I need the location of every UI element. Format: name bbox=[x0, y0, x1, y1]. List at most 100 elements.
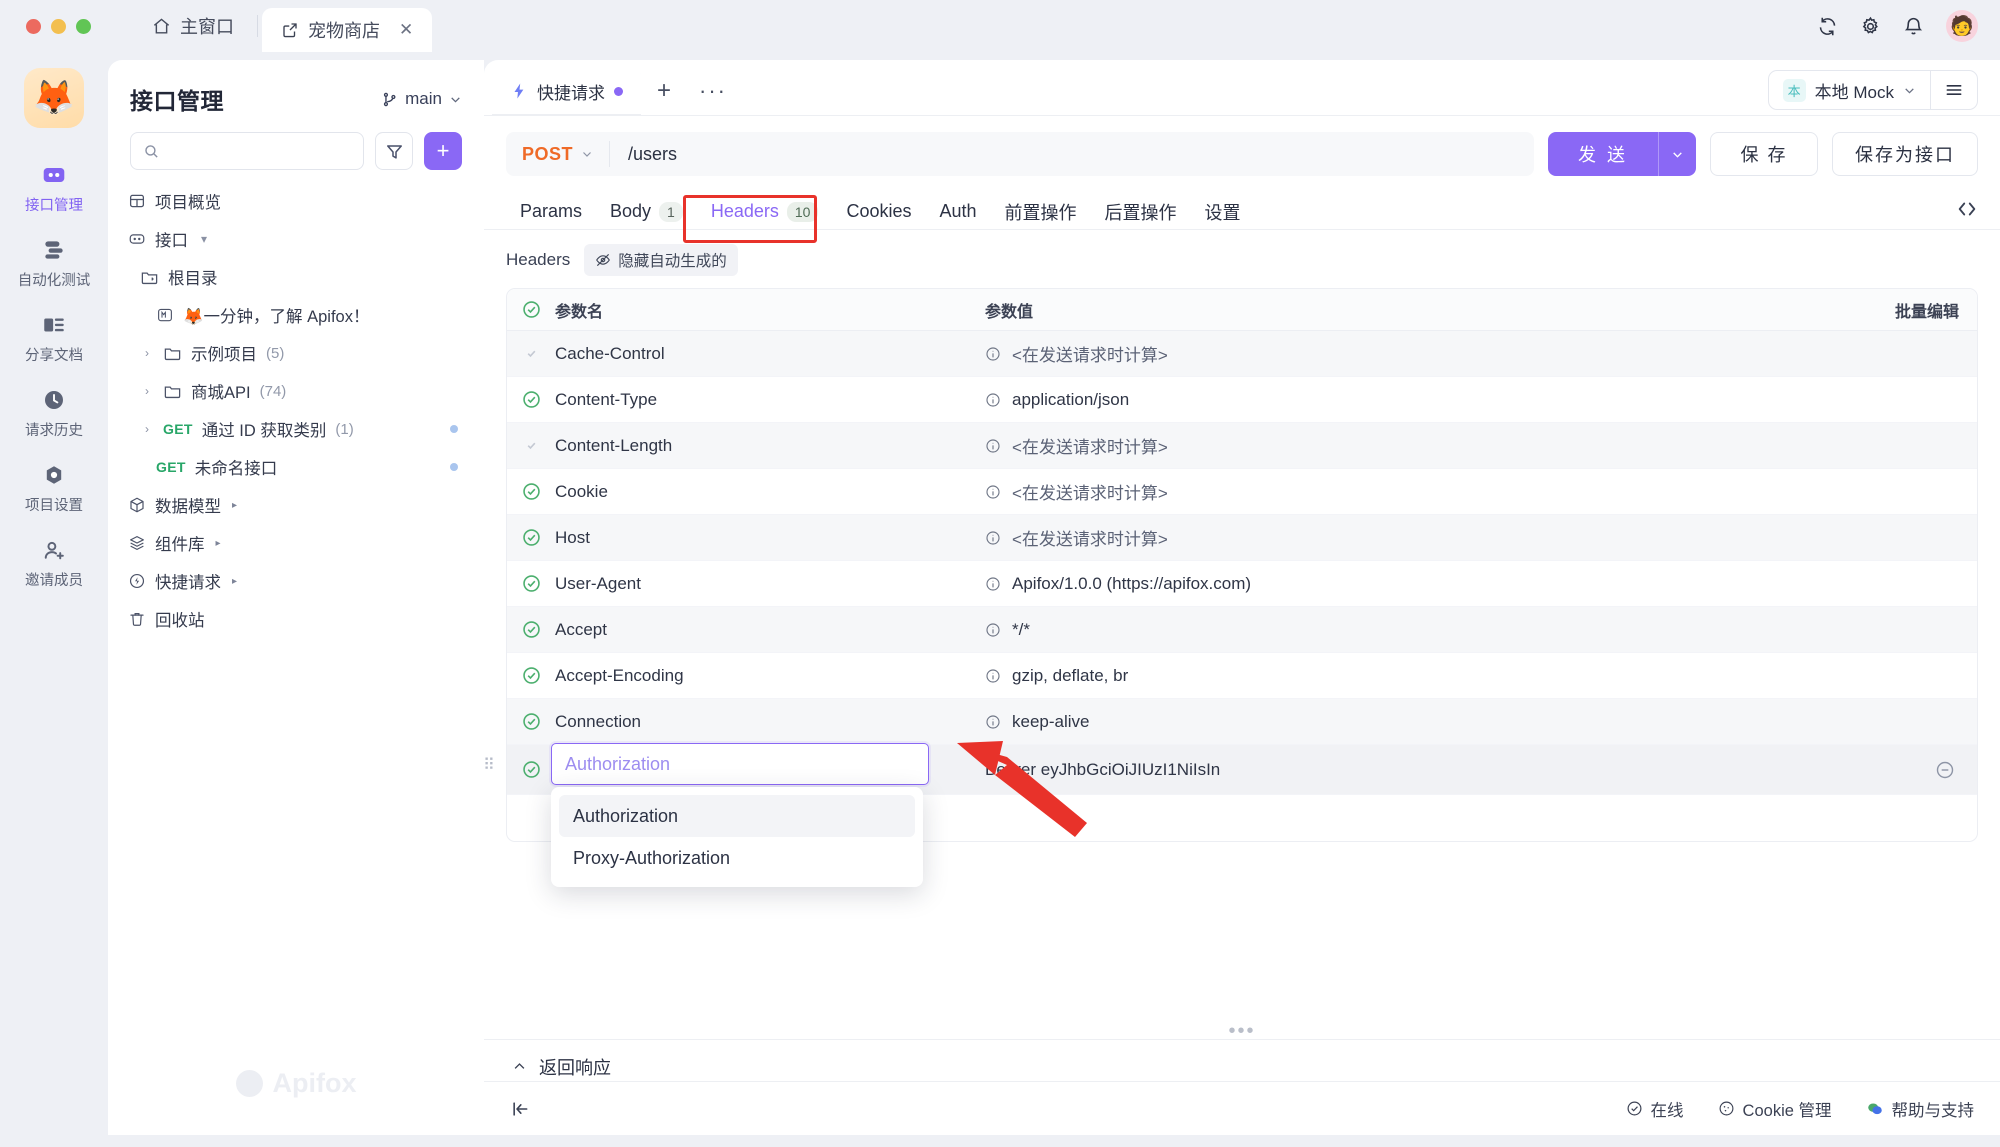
row-checkbox[interactable] bbox=[507, 760, 555, 779]
chevron-down-icon[interactable]: ▾ bbox=[197, 232, 211, 246]
chevron-up-icon[interactable] bbox=[512, 1059, 527, 1074]
mock-environment-selector[interactable]: 本 本地 Mock bbox=[1769, 71, 1930, 109]
maximize-window-button[interactable] bbox=[76, 18, 91, 34]
select-all-checkbox[interactable] bbox=[507, 300, 555, 319]
tab-headers[interactable]: Headers 10 bbox=[697, 194, 833, 230]
panel-splitter[interactable]: ••• bbox=[484, 1021, 2000, 1041]
code-icon[interactable] bbox=[1956, 198, 1978, 220]
tab-settings[interactable]: 设置 bbox=[1191, 194, 1255, 230]
sync-icon[interactable] bbox=[1817, 16, 1838, 37]
row-checkbox[interactable] bbox=[507, 390, 555, 409]
chevron-right-icon[interactable]: › bbox=[140, 346, 154, 360]
table-row[interactable]: Connection keep-alive bbox=[507, 699, 1977, 745]
tab-params[interactable]: Params bbox=[506, 194, 596, 230]
row-checkbox[interactable] bbox=[507, 712, 555, 731]
tree-item-data-models[interactable]: 数据模型 ▸ bbox=[118, 486, 474, 524]
tree-item-quick-request[interactable]: 快捷请求 ▸ bbox=[118, 562, 474, 600]
search-input[interactable] bbox=[130, 132, 364, 170]
tree-item-markdown-doc[interactable]: 🦊一分钟，了解 Apifox！ bbox=[118, 296, 474, 334]
table-row[interactable]: Content-Type application/json bbox=[507, 377, 1977, 423]
avatar[interactable]: 🧑 bbox=[1946, 10, 1978, 42]
rail-item-request-history[interactable]: 请求历史 bbox=[9, 375, 99, 450]
collapse-left-icon[interactable] bbox=[510, 1099, 530, 1119]
row-checkbox[interactable] bbox=[507, 620, 555, 639]
tab-post-operation[interactable]: 后置操作 bbox=[1091, 194, 1191, 230]
row-checkbox[interactable] bbox=[507, 574, 555, 593]
tab-more-button[interactable]: ··· bbox=[687, 67, 739, 115]
minimize-window-button[interactable] bbox=[51, 18, 66, 34]
save-button[interactable]: 保 存 bbox=[1710, 132, 1818, 176]
tab-quick-request[interactable]: 快捷请求 bbox=[492, 67, 641, 115]
search-icon bbox=[143, 143, 160, 160]
tab-pre-operation[interactable]: 前置操作 bbox=[991, 194, 1091, 230]
send-options-caret[interactable] bbox=[1658, 132, 1696, 176]
http-method-selector[interactable]: POST bbox=[506, 144, 609, 165]
suggestion-item-authorization[interactable]: Authorization bbox=[559, 795, 915, 837]
suggestion-item-proxy-authorization[interactable]: Proxy-Authorization bbox=[559, 837, 915, 879]
row-checkbox[interactable] bbox=[507, 528, 555, 547]
tree-item-overview[interactable]: 项目概览 bbox=[118, 182, 474, 220]
row-checkbox[interactable] bbox=[507, 666, 555, 685]
table-row[interactable]: Accept */* bbox=[507, 607, 1977, 653]
send-button[interactable]: 发 送 bbox=[1547, 132, 1658, 176]
tree-item-component-library[interactable]: 组件库 ▸ bbox=[118, 524, 474, 562]
close-window-button[interactable] bbox=[26, 18, 41, 34]
row-checkbox[interactable] bbox=[507, 482, 555, 501]
rail-item-share-docs[interactable]: 分享文档 bbox=[9, 300, 99, 375]
filter-icon[interactable] bbox=[375, 132, 413, 170]
rail-item-api-management[interactable]: 接口管理 bbox=[9, 150, 99, 225]
rail-item-project-settings[interactable]: 项目设置 bbox=[9, 450, 99, 525]
tree-item-apis[interactable]: 接口 ▾ bbox=[118, 220, 474, 258]
row-checkbox[interactable] bbox=[507, 344, 555, 363]
tab-body[interactable]: Body 1 bbox=[596, 194, 697, 230]
window-tab-petstore[interactable]: 宠物商店 ✕ bbox=[262, 8, 433, 52]
tree-item-root-dir[interactable]: 根目录 bbox=[118, 258, 474, 296]
tree-item-recycle-bin[interactable]: 回收站 bbox=[118, 600, 474, 638]
batch-edit-button[interactable]: 批量编辑 bbox=[1847, 298, 1977, 322]
cookie-manager-button[interactable]: Cookie 管理 bbox=[1718, 1097, 1832, 1121]
chevron-right-icon[interactable]: ▸ bbox=[232, 500, 237, 511]
url-input[interactable]: /users bbox=[610, 144, 677, 165]
save-as-api-button[interactable]: 保存为接口 bbox=[1832, 132, 1978, 176]
branch-selector[interactable]: main bbox=[381, 89, 462, 109]
window-tab-label: 宠物商店 bbox=[308, 21, 380, 41]
chevron-right-icon[interactable]: › bbox=[140, 384, 154, 398]
table-row[interactable]: Host <在发送请求时计算> bbox=[507, 515, 1977, 561]
status-online[interactable]: 在线 bbox=[1626, 1097, 1684, 1121]
app-logo[interactable]: 🦊 bbox=[24, 68, 84, 128]
row-checkbox[interactable] bbox=[507, 436, 555, 455]
drag-handle-icon[interactable]: ⠿ bbox=[483, 758, 495, 774]
chevron-right-icon[interactable]: › bbox=[140, 422, 154, 436]
tree-item-mall-api[interactable]: › 商城API (74) bbox=[118, 372, 474, 410]
tree-item-sample-project[interactable]: › 示例项目 (5) bbox=[118, 334, 474, 372]
chevron-right-icon[interactable]: ▸ bbox=[216, 538, 221, 549]
chevron-right-icon[interactable]: ▸ bbox=[232, 576, 237, 587]
rail-item-invite-member[interactable]: 邀请成员 bbox=[9, 525, 99, 600]
hide-autogenerated-toggle[interactable]: 隐藏自动生成的 bbox=[584, 244, 738, 276]
table-row[interactable]: Cookie <在发送请求时计算> bbox=[507, 469, 1977, 515]
tab-auth[interactable]: Auth bbox=[926, 194, 991, 230]
window-tab-home[interactable]: 主窗口 bbox=[133, 5, 253, 47]
bell-icon[interactable] bbox=[1903, 16, 1924, 37]
tab-cookies[interactable]: Cookies bbox=[832, 194, 925, 230]
table-row[interactable]: User-Agent Apifox/1.0.0 (https://apifox.… bbox=[507, 561, 1977, 607]
hamburger-icon[interactable] bbox=[1931, 71, 1977, 109]
table-row[interactable]: Content-Length <在发送请求时计算> bbox=[507, 423, 1977, 469]
header-value[interactable]: Bearer eyJhbGciOiJIUzI1NiIsIn bbox=[985, 760, 1220, 780]
table-row[interactable]: Cache-Control <在发送请求时计算> bbox=[507, 331, 1977, 377]
help-support-button[interactable]: 帮助与支持 bbox=[1866, 1097, 1974, 1121]
gear-icon[interactable] bbox=[1860, 16, 1881, 37]
rail-item-automation-test[interactable]: 自动化测试 bbox=[9, 225, 99, 300]
minus-circle-icon[interactable] bbox=[1935, 760, 1955, 780]
add-button[interactable]: + bbox=[424, 132, 462, 170]
header-name-input[interactable]: Authorization bbox=[551, 743, 929, 785]
cookie-icon bbox=[1718, 1100, 1735, 1117]
new-tab-button[interactable]: + bbox=[641, 67, 687, 115]
window-traffic-lights[interactable] bbox=[26, 18, 91, 34]
tab-label: Cookies bbox=[846, 201, 912, 221]
tree-item-unnamed-api[interactable]: GET 未命名接口 bbox=[118, 448, 474, 486]
table-row-editing[interactable]: ⠿ Authorization Bearer eyJhbGciOiJIUzI1N… bbox=[483, 743, 1977, 887]
table-row[interactable]: Accept-Encoding gzip, deflate, br bbox=[507, 653, 1977, 699]
close-icon[interactable]: ✕ bbox=[399, 20, 413, 40]
tree-item-get-category-by-id[interactable]: › GET 通过 ID 获取类别 (1) bbox=[118, 410, 474, 448]
